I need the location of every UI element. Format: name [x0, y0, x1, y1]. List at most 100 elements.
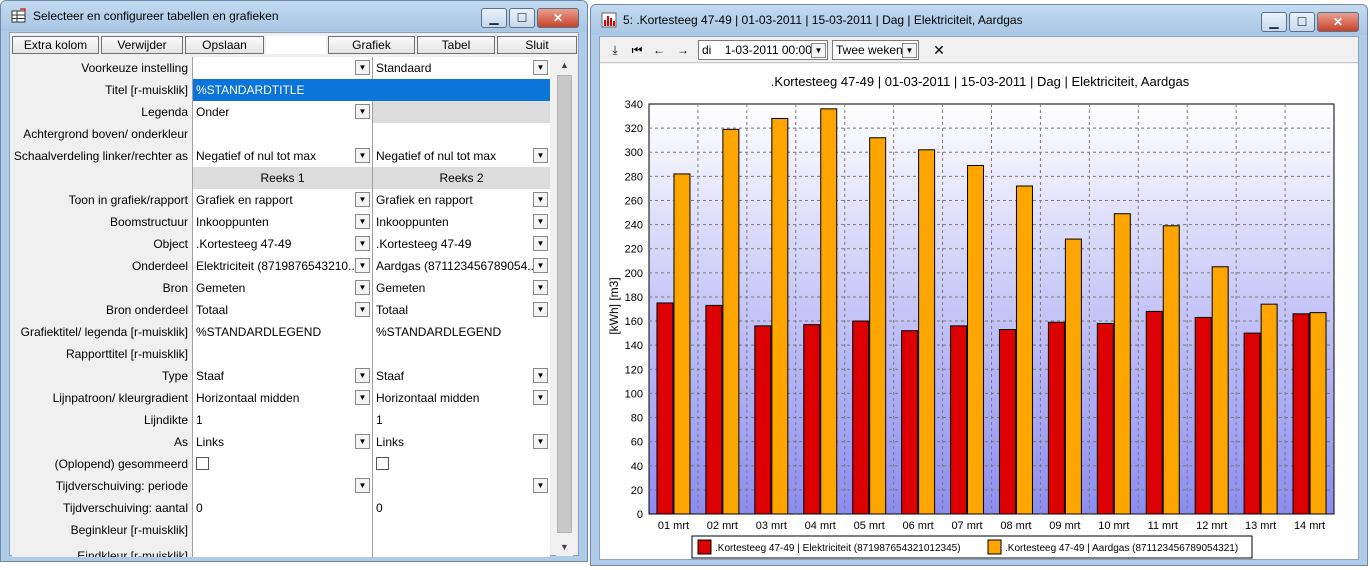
grafiektitel-field-1[interactable]: %STANDARDLEGEND [193, 321, 373, 343]
chevron-down-icon[interactable]: ▼ [355, 258, 370, 273]
chart-client: ⤓ ⏮ ← → di 1-03-2011 00:00 ▼ Twee weken … [599, 36, 1359, 560]
chevron-down-icon[interactable]: ▼ [533, 236, 548, 251]
tabel-button[interactable]: Tabel [417, 36, 495, 54]
chevron-down-icon[interactable]: ▼ [355, 478, 370, 493]
chevron-down-icon[interactable]: ▼ [533, 302, 548, 317]
chevron-down-icon[interactable]: ▼ [533, 280, 548, 295]
chevron-down-icon[interactable]: ▼ [533, 148, 548, 163]
chevron-down-icon[interactable]: ▼ [355, 368, 370, 383]
rapporttitel-field-1[interactable] [193, 343, 373, 365]
scroll-down-icon[interactable]: ▼ [556, 539, 573, 556]
beginkleur-field-2[interactable] [373, 519, 550, 541]
titel-field[interactable]: %STANDARDTITLE [193, 79, 550, 101]
schaal-rechts-select[interactable]: Negatief of nul tot max ▼ [373, 145, 550, 167]
toon-select-2[interactable]: Grafiek en rapport ▼ [373, 189, 550, 211]
arrow-right-icon[interactable]: → [674, 42, 692, 58]
legenda-select[interactable]: Onder ▼ [193, 101, 373, 123]
arrow-left-icon[interactable]: ← [650, 42, 668, 58]
chevron-down-icon[interactable]: ▼ [533, 478, 548, 493]
bron-onderdeel-select-1[interactable]: Totaal ▼ [193, 299, 373, 321]
bron-select-1[interactable]: Gemeten ▼ [193, 277, 373, 299]
sluit-button[interactable]: Sluit [497, 36, 577, 54]
row-label: Beginkleur [r-muisklik] [12, 519, 193, 541]
chevron-down-icon[interactable]: ▼ [533, 60, 548, 75]
chevron-down-icon[interactable]: ▼ [355, 148, 370, 163]
minimize-button[interactable]: ▁ [481, 8, 507, 28]
boom-select-2[interactable]: Inkooppunten ▼ [373, 211, 550, 233]
grafiek-button[interactable]: Grafiek [328, 36, 415, 54]
tijd-periode-select-1[interactable]: ▼ [193, 475, 373, 497]
select-value: Aardgas (871123456789054... [376, 259, 538, 273]
bron-select-2[interactable]: Gemeten ▼ [373, 277, 550, 299]
boom-select-1[interactable]: Inkooppunten ▼ [193, 211, 373, 233]
achtergrond-onder-field[interactable] [373, 123, 550, 145]
maximize-button[interactable]: ☐ [1289, 12, 1315, 32]
chevron-down-icon[interactable]: ▼ [355, 390, 370, 405]
object-select-1[interactable]: .Kortesteeg 47-49 ▼ [193, 233, 373, 255]
eindkleur-field-2[interactable] [373, 541, 550, 557]
tijd-periode-select-2[interactable]: ▼ [373, 475, 550, 497]
lijnpatroon-select-2[interactable]: Horizontaal midden ▼ [373, 387, 550, 409]
onderdeel-select-2[interactable]: Aardgas (871123456789054... ▼ [373, 255, 550, 277]
chevron-down-icon[interactable]: ▼ [355, 280, 370, 295]
grafiektitel-field-2[interactable]: %STANDARDLEGEND [373, 321, 550, 343]
grid-scrollbar[interactable]: ▲ ▼ [556, 57, 573, 556]
type-select-2[interactable]: Staaf ▼ [373, 365, 550, 387]
bron-onderdeel-select-2[interactable]: Totaal ▼ [373, 299, 550, 321]
config-titlebar[interactable]: Selecteer en configureer tabellen en gra… [1, 1, 587, 31]
date-picker[interactable]: di 1-03-2011 00:00 ▼ [698, 40, 828, 60]
rapporttitel-field-2[interactable] [373, 343, 550, 365]
voorkeuze-select-1[interactable]: ▼ [193, 57, 373, 79]
verwijder-button[interactable]: Verwijder [101, 36, 183, 54]
toon-select-1[interactable]: Grafiek en rapport ▼ [193, 189, 373, 211]
type-select-1[interactable]: Staaf ▼ [193, 365, 373, 387]
scrollbar-thumb[interactable] [557, 75, 572, 533]
chevron-down-icon[interactable]: ▼ [355, 214, 370, 229]
close-button[interactable]: ✕ [1317, 12, 1359, 32]
achtergrond-boven-field[interactable] [193, 123, 373, 145]
row-bron-onderdeel: Bron onderdeel Totaal ▼ Totaal ▼ [12, 299, 550, 321]
as-select-1[interactable]: Links ▼ [193, 431, 373, 453]
minimize-button[interactable]: ▁ [1261, 12, 1287, 32]
chevron-down-icon[interactable]: ▼ [533, 390, 548, 405]
skip-back-icon[interactable]: ⏮ [628, 42, 646, 58]
close-x-icon[interactable]: ✕ [930, 42, 948, 58]
lijnpatroon-select-1[interactable]: Horizontaal midden ▼ [193, 387, 373, 409]
extra-kolom-button[interactable]: Extra kolom [12, 36, 99, 54]
maximize-button[interactable]: ☐ [509, 8, 535, 28]
chevron-down-icon[interactable]: ▼ [533, 434, 548, 449]
tijd-aantal-field-2[interactable]: 0 [373, 497, 550, 519]
scroll-up-icon[interactable]: ▲ [556, 57, 573, 74]
select-value: .Kortesteeg 47-49 [196, 237, 292, 251]
chevron-down-icon[interactable]: ▼ [355, 302, 370, 317]
chevron-down-icon[interactable]: ▼ [355, 60, 370, 75]
chevron-down-icon[interactable]: ▼ [533, 214, 548, 229]
chevron-down-icon[interactable]: ▼ [355, 434, 370, 449]
chevron-down-icon[interactable]: ▼ [355, 104, 370, 119]
chevron-down-icon[interactable]: ▼ [902, 43, 917, 58]
tijd-aantal-field-1[interactable]: 0 [193, 497, 373, 519]
gesommeerd-checkbox-2[interactable] [376, 457, 389, 470]
chevron-down-icon[interactable]: ▼ [533, 368, 548, 383]
schaal-links-select[interactable]: Negatief of nul tot max ▼ [193, 145, 373, 167]
lijndikte-field-2[interactable]: 1 [373, 409, 550, 431]
as-select-2[interactable]: Links ▼ [373, 431, 550, 453]
period-select[interactable]: Twee weken ▼ [832, 40, 919, 60]
chevron-down-icon[interactable]: ▼ [355, 236, 370, 251]
gesommeerd-checkbox-1[interactable] [196, 457, 209, 470]
beginkleur-field-1[interactable] [193, 519, 373, 541]
chevron-down-icon[interactable]: ▼ [533, 192, 548, 207]
chart-title: .Kortesteeg 47-49 | 01-03-2011 | 15-03-2… [771, 74, 1190, 89]
close-button[interactable]: ✕ [537, 8, 579, 28]
lijndikte-field-1[interactable]: 1 [193, 409, 373, 431]
chevron-down-icon[interactable]: ▼ [533, 258, 548, 273]
onderdeel-select-1[interactable]: Elektriciteit (8719876543210... ▼ [193, 255, 373, 277]
voorkeuze-select-2[interactable]: Standaard ▼ [373, 57, 550, 79]
download-icon[interactable]: ⤓ [606, 42, 624, 58]
chart-titlebar[interactable]: 5: .Kortesteeg 47-49 | 01-03-2011 | 15-0… [591, 5, 1367, 35]
opslaan-button[interactable]: Opslaan [185, 36, 264, 54]
chevron-down-icon[interactable]: ▼ [355, 192, 370, 207]
chevron-down-icon[interactable]: ▼ [811, 43, 826, 58]
eindkleur-field-1[interactable] [193, 541, 373, 557]
object-select-2[interactable]: .Kortesteeg 47-49 ▼ [373, 233, 550, 255]
